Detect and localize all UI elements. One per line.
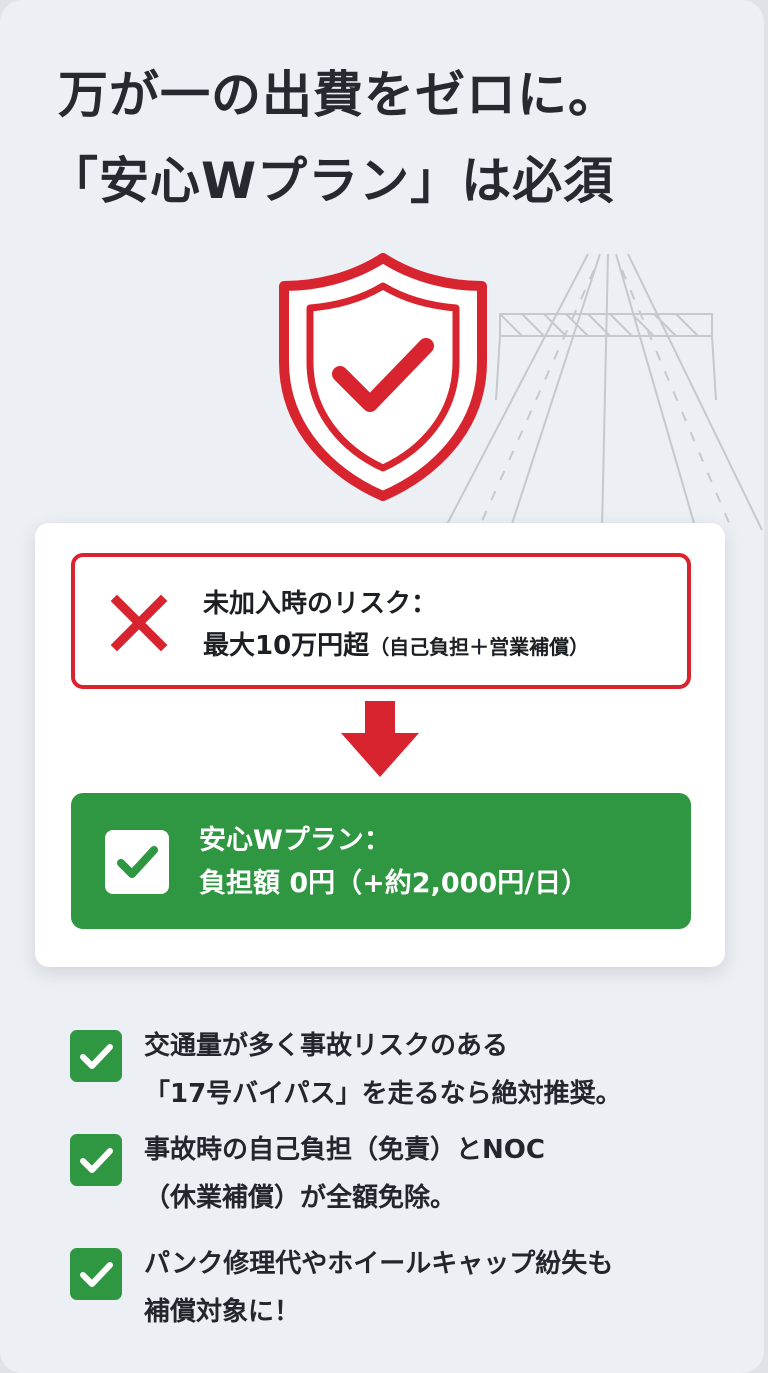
risk-text: 未加入時のリスク： 最大10万円超（自己負担＋営業補償） <box>203 583 589 668</box>
arrow-down-icon <box>341 701 419 777</box>
check-icon <box>70 1030 122 1082</box>
check-icon <box>105 830 169 894</box>
title-line-1: 万が一の出費をゼロに。 <box>58 66 619 124</box>
benefit-text: 事故時の自己負担（免責）とNOC （休業補償）が全額免除。 <box>144 1126 545 1222</box>
title-line-2: 「安心Wプラン」は必須 <box>48 152 615 210</box>
benefit-line-1: パンク修理代やホイールキャップ紛失も <box>144 1249 614 1279</box>
risk-amount-line: 最大10万円超（自己負担＋営業補償） <box>203 625 589 668</box>
plan-panel: 安心Wプラン： 負担額 0円（+約2,000円/日） <box>71 793 691 929</box>
benefit-line-1: 事故時の自己負担（免責）とNOC <box>144 1135 545 1165</box>
check-icon <box>70 1134 122 1186</box>
benefit-line-2: 「17号バイパス」を走るなら絶対推奨。 <box>144 1079 622 1109</box>
comparison-card: 未加入時のリスク： 最大10万円超（自己負担＋営業補償） 安心Wプラン： 負担額… <box>35 523 725 967</box>
risk-detail: （自己負担＋営業補償） <box>369 635 590 659</box>
benefit-line-2: （休業補償）が全額免除。 <box>144 1183 457 1213</box>
benefit-line-1: 交通量が多く事故リスクのある <box>144 1031 509 1061</box>
benefit-text: パンク修理代やホイールキャップ紛失も 補償対象に！ <box>144 1240 613 1336</box>
infographic-page: 万が一の出費をゼロに。 「安心Wプラン」は必須 未加入時のリスク： 最大10万円… <box>0 0 764 1373</box>
plan-value: 負担額 0円（+約2,000円/日） <box>199 868 589 899</box>
benefit-text: 交通量が多く事故リスクのある 「17号バイパス」を走るなら絶対推奨。 <box>144 1022 622 1118</box>
risk-panel: 未加入時のリスク： 最大10万円超（自己負担＋営業補償） <box>71 553 691 689</box>
check-icon <box>70 1248 122 1300</box>
page-title: 万が一の出費をゼロに。 「安心Wプラン」は必須 <box>0 52 764 224</box>
risk-amount: 最大10万円超 <box>203 631 370 661</box>
shield-check-icon <box>279 253 487 501</box>
plan-text: 安心Wプラン： 負担額 0円（+約2,000円/日） <box>199 819 588 905</box>
risk-label: 未加入時のリスク： <box>203 589 438 619</box>
red-x-icon <box>110 594 168 652</box>
plan-label: 安心Wプラン： <box>199 825 391 856</box>
benefit-line-2: 補償対象に！ <box>144 1297 301 1327</box>
